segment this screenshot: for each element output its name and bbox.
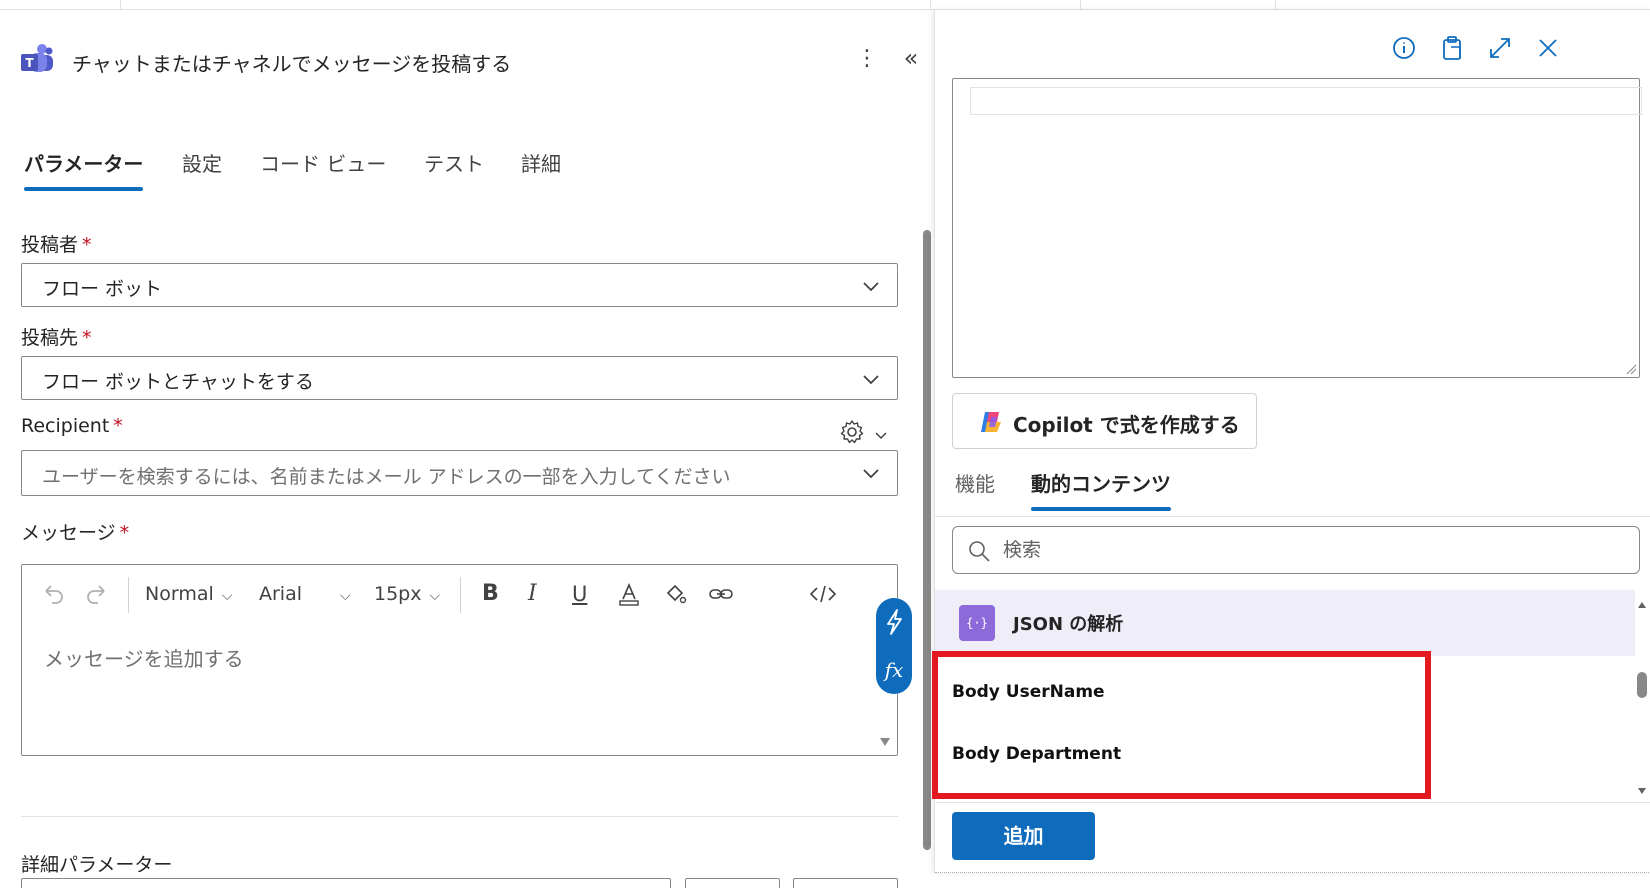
group-header-parse-json[interactable]: {·} JSON の解析 [935, 590, 1635, 656]
insert-token-pill: fx [876, 598, 912, 694]
chevron-down-icon: ⌵ [429, 588, 441, 604]
list-bottom-divider [935, 802, 1650, 803]
top-bar [0, 0, 1650, 10]
left-panel-scrollbar[interactable] [922, 210, 932, 880]
italic-icon[interactable]: I [528, 580, 537, 608]
tabs-divider [935, 516, 1650, 517]
expression-fx-icon[interactable]: fx [876, 650, 912, 690]
info-icon[interactable] [1390, 34, 1418, 62]
tab-dynamic-content[interactable]: 動的コンテンツ [1031, 468, 1171, 511]
expression-input[interactable] [952, 78, 1642, 378]
recipient-placeholder: ユーザーを検索するには、名前またはメール アドレスの一部を入力してください [42, 466, 731, 488]
highlight-annotation-box [932, 651, 1431, 799]
post-in-label: 投稿先 * [21, 327, 92, 349]
search-icon [969, 541, 990, 562]
post-as-dropdown[interactable]: フロー ボット [21, 263, 898, 307]
section-divider [21, 816, 898, 817]
add-button[interactable]: 追加 [952, 812, 1095, 860]
message-label: メッセージ * [21, 522, 130, 544]
scrollbar-thumb[interactable] [923, 230, 931, 850]
expand-icon[interactable] [1486, 34, 1514, 62]
paragraph-style-select[interactable]: Normal ⌵ [145, 580, 232, 608]
font-size-select[interactable]: 15px ⌵ [374, 580, 440, 608]
undo-icon[interactable] [38, 579, 68, 609]
more-options-icon[interactable]: ⋮ [856, 44, 878, 74]
show-all-button[interactable] [685, 878, 780, 888]
post-as-value: フロー ボット [42, 278, 163, 300]
parse-json-icon: {·} [959, 605, 995, 641]
message-placeholder: メッセージを追加する [44, 647, 244, 671]
required-mark: * [113, 415, 123, 437]
code-view-icon[interactable] [808, 579, 838, 609]
chevron-down-icon: ⌵ [340, 588, 351, 604]
gear-icon[interactable] [838, 418, 866, 446]
close-icon[interactable] [1534, 34, 1562, 62]
font-color-icon[interactable] [614, 579, 644, 609]
microsoft-teams-icon: T [21, 44, 53, 72]
scroll-down-arrow-icon[interactable] [1637, 786, 1647, 796]
chevron-down-icon [863, 375, 879, 385]
redo-icon[interactable] [82, 579, 112, 609]
expression-editor-panel: Copilot で式を作成する 機能 動的コンテンツ {·} JSON の解析 … [932, 10, 1650, 873]
recipient-input[interactable]: ユーザーを検索するには、名前またはメール アドレスの一部を入力してください [21, 450, 898, 496]
message-editor[interactable]: Normal ⌵ Arial ⌵ 15px ⌵ B I U メッセージを追加する [21, 564, 898, 756]
chevron-down-icon: ⌵ [221, 588, 233, 604]
copilot-create-expression-button[interactable]: Copilot で式を作成する [952, 393, 1257, 449]
copilot-icon [981, 412, 1001, 432]
collapse-panel-icon[interactable]: « [896, 44, 926, 74]
clipboard-icon[interactable] [1438, 34, 1466, 62]
clear-all-button[interactable] [793, 878, 898, 888]
recipient-label: Recipient * [21, 415, 123, 437]
advanced-parameters-dropdown[interactable] [21, 878, 671, 888]
copilot-button-label: Copilot で式を作成する [1013, 413, 1240, 437]
tab-test[interactable]: テスト [424, 148, 484, 191]
tab-settings[interactable]: 設定 [182, 148, 222, 191]
font-family-select[interactable]: Arial ⌵ [259, 580, 351, 608]
required-mark: * [82, 327, 92, 349]
highlight-color-icon[interactable] [660, 579, 690, 609]
action-title: チャットまたはチャネルでメッセージを投稿する [72, 52, 512, 76]
tab-functions[interactable]: 機能 [955, 468, 995, 511]
tab-code-view[interactable]: コード ビュー [260, 148, 386, 191]
tab-parameters[interactable]: パラメーター [24, 148, 144, 191]
search-input[interactable] [1003, 535, 1603, 565]
chevron-down-icon [863, 282, 879, 292]
link-icon[interactable] [706, 579, 736, 609]
bold-icon[interactable]: B [482, 580, 499, 608]
action-header: T チャットまたはチャネルでメッセージを投稿する ⋮ « [20, 40, 920, 84]
tab-details[interactable]: 詳細 [521, 148, 561, 191]
chevron-down-icon[interactable] [874, 428, 888, 442]
scroll-up-arrow-icon[interactable] [1637, 600, 1647, 610]
post-in-value: フロー ボットとチャットをする [42, 371, 314, 393]
expression-line [970, 87, 1642, 115]
post-as-label: 投稿者 * [21, 234, 92, 256]
chevron-down-icon [863, 469, 879, 479]
svg-text:T: T [25, 56, 34, 70]
scrollbar-thumb[interactable] [1637, 672, 1647, 698]
scroll-down-arrow-icon[interactable] [879, 737, 891, 747]
underline-icon[interactable]: U [572, 580, 587, 608]
required-mark: * [119, 522, 130, 544]
required-mark: * [82, 234, 92, 256]
resize-grip-icon[interactable] [1625, 363, 1637, 375]
rich-text-toolbar: Normal ⌵ Arial ⌵ 15px ⌵ B I U [22, 565, 897, 625]
dynamic-content-search[interactable] [952, 526, 1640, 574]
dynamic-content-icon[interactable] [876, 602, 912, 642]
list-scrollbar[interactable] [1633, 590, 1650, 802]
group-title: JSON の解析 [1013, 614, 1124, 635]
post-in-dropdown[interactable]: フロー ボットとチャットをする [21, 356, 898, 400]
action-config-panel: T チャットまたはチャネルでメッセージを投稿する ⋮ « パラメーター 設定 コ… [0, 10, 931, 888]
